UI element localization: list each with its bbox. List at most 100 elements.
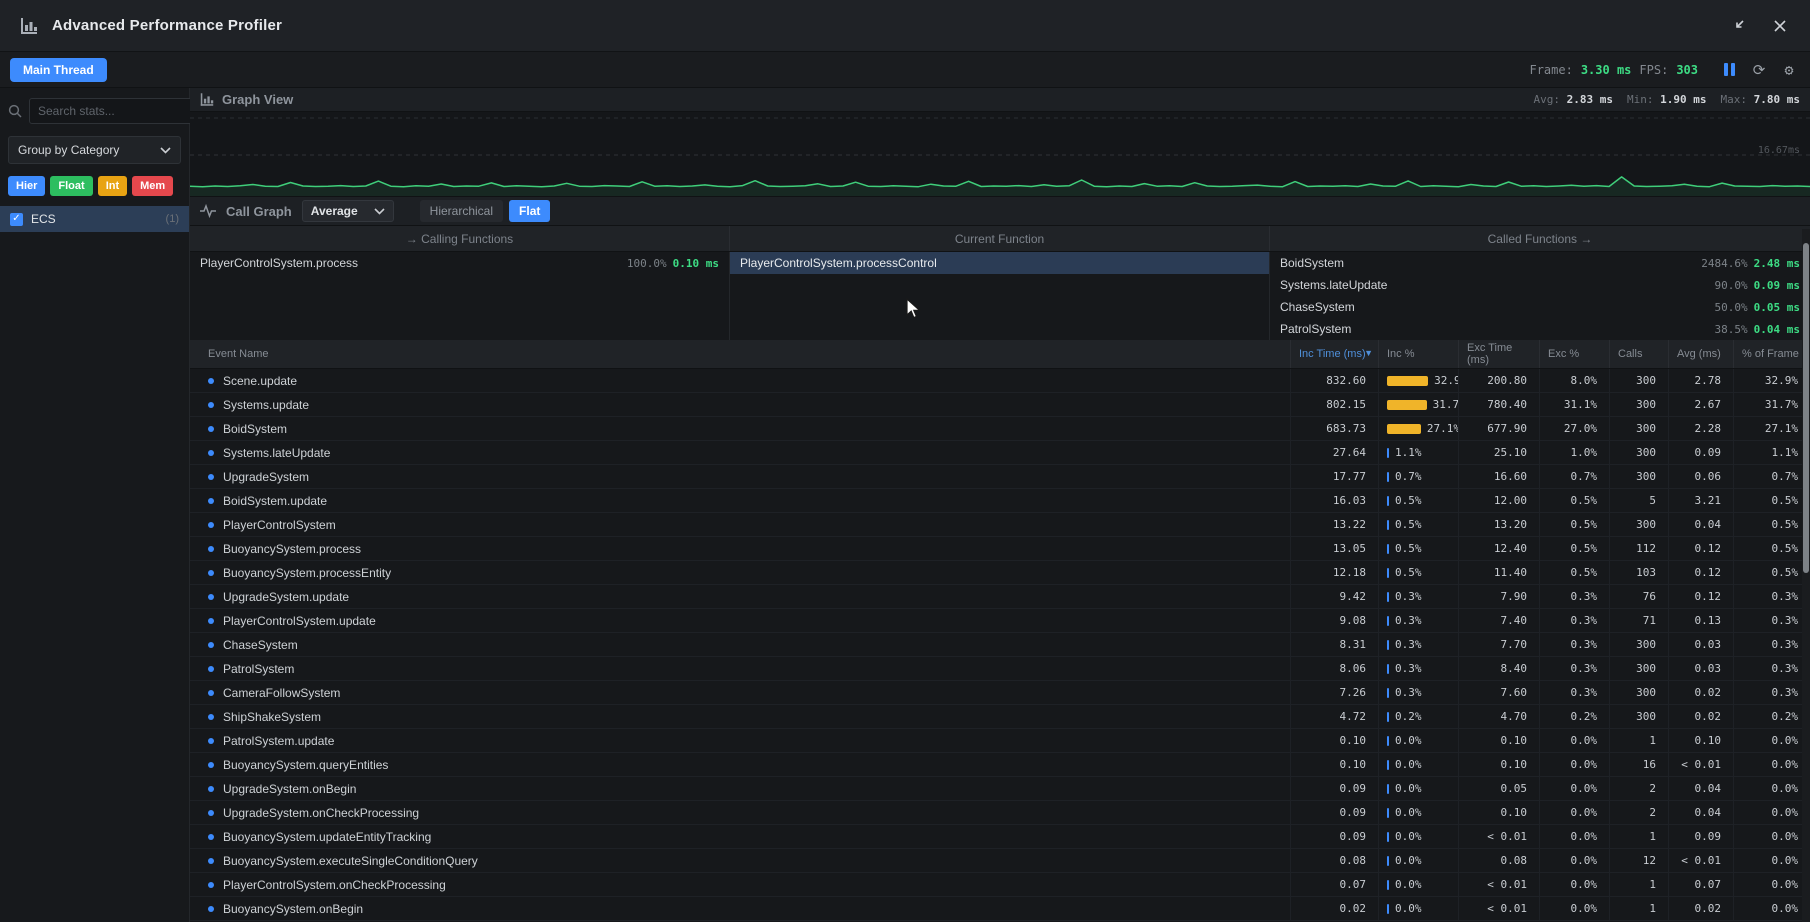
- exc-percent-cell: 0.0%: [1539, 801, 1609, 824]
- table-row[interactable]: PatrolSystem.update0.100.0%0.100.0%10.10…: [190, 729, 1810, 753]
- inc-percent-cell: 0.3%: [1378, 681, 1458, 704]
- avg-time-cell: 2.78: [1668, 369, 1733, 392]
- table-row[interactable]: BuoyancySystem.queryEntities0.100.0%0.10…: [190, 753, 1810, 777]
- table-row[interactable]: UpgradeSystem.onCheckProcessing0.090.0%0…: [190, 801, 1810, 825]
- inc-time-cell: 7.26: [1290, 681, 1378, 704]
- search-icon: [8, 104, 22, 118]
- inc-percent-cell: 0.2%: [1378, 705, 1458, 728]
- table-row[interactable]: BuoyancySystem.onBegin0.020.0%< 0.010.0%…: [190, 897, 1810, 921]
- collapse-icon[interactable]: [1728, 16, 1748, 36]
- frame-percent-cell: 0.3%: [1733, 681, 1810, 704]
- calls-cell: 1: [1609, 825, 1668, 848]
- table-row[interactable]: BuoyancySystem.process13.050.5%12.400.5%…: [190, 537, 1810, 561]
- vertical-scrollbar[interactable]: [1802, 229, 1810, 922]
- column-header-exc-time-ms-[interactable]: Exc Time (ms): [1458, 340, 1539, 368]
- calls-cell: 12: [1609, 849, 1668, 872]
- flat-button[interactable]: Flat: [509, 200, 550, 222]
- avg-time-cell: 2.28: [1668, 417, 1733, 440]
- event-name-cell: PatrolSystem.update: [190, 729, 1290, 752]
- inc-percent-bar: [1387, 784, 1389, 794]
- inc-time-cell: 9.42: [1290, 585, 1378, 608]
- frame-percent-cell: 0.0%: [1733, 873, 1810, 896]
- table-row[interactable]: Scene.update832.6032.9%200.808.0%3002.78…: [190, 369, 1810, 393]
- exc-percent-cell: 0.0%: [1539, 777, 1609, 800]
- percent-value: 90.0%: [1715, 279, 1748, 292]
- column-header-exc-[interactable]: Exc %: [1539, 340, 1609, 368]
- checkbox-icon[interactable]: ✓: [10, 213, 23, 226]
- filter-chip-mem[interactable]: Mem: [132, 176, 173, 196]
- table-row[interactable]: BoidSystem683.7327.1%677.9027.0%3002.282…: [190, 417, 1810, 441]
- inc-percent-cell: 0.5%: [1378, 561, 1458, 584]
- column-header-inc-[interactable]: Inc %: [1378, 340, 1458, 368]
- pause-icon[interactable]: [1718, 59, 1740, 81]
- inc-percent-bar: [1387, 376, 1428, 386]
- scrollbar-thumb[interactable]: [1803, 243, 1809, 573]
- frame-percent-cell: 0.3%: [1733, 657, 1810, 680]
- hierarchical-button[interactable]: Hierarchical: [420, 200, 503, 222]
- called-function-row[interactable]: Systems.lateUpdate90.0%0.09 ms: [1270, 274, 1810, 296]
- close-icon[interactable]: [1770, 16, 1790, 36]
- function-name: ChaseSystem: [1280, 300, 1355, 314]
- filter-chip-int[interactable]: Int: [98, 176, 127, 196]
- column-header-event-name[interactable]: Event Name: [190, 340, 1290, 368]
- exc-time-cell: < 0.01: [1458, 873, 1539, 896]
- table-row[interactable]: PlayerControlSystem13.220.5%13.200.5%300…: [190, 513, 1810, 537]
- avg-time-cell: 3.21: [1668, 489, 1733, 512]
- table-row[interactable]: BuoyancySystem.processEntity12.180.5%11.…: [190, 561, 1810, 585]
- table-row[interactable]: CameraFollowSystem7.260.3%7.600.3%3000.0…: [190, 681, 1810, 705]
- search-input[interactable]: [29, 98, 202, 124]
- function-values: 100.0%0.10 ms: [627, 257, 719, 270]
- current-function-row[interactable]: PlayerControlSystem.processControl: [730, 252, 1269, 274]
- exc-percent-cell: 27.0%: [1539, 417, 1609, 440]
- called-function-row[interactable]: PatrolSystem38.5%0.04 ms: [1270, 318, 1810, 340]
- filter-chip-hier[interactable]: Hier: [8, 176, 45, 196]
- column-header-inc-time-ms-[interactable]: Inc Time (ms)▼: [1290, 340, 1378, 368]
- table-row[interactable]: PlayerControlSystem.onCheckProcessing0.0…: [190, 873, 1810, 897]
- exc-time-cell: 7.90: [1458, 585, 1539, 608]
- category-dot-icon: [208, 810, 214, 816]
- gear-icon[interactable]: ⚙: [1778, 59, 1800, 81]
- calls-cell: 1: [1609, 729, 1668, 752]
- event-name-cell: PlayerControlSystem: [190, 513, 1290, 536]
- called-function-row[interactable]: ChaseSystem50.0%0.05 ms: [1270, 296, 1810, 318]
- inc-time-cell: 0.10: [1290, 729, 1378, 752]
- inc-percent-bar: [1387, 664, 1389, 674]
- call-graph-body: PlayerControlSystem.process100.0%0.10 ms…: [190, 252, 1810, 340]
- inc-percent-bar: [1387, 832, 1389, 842]
- column-header-calls[interactable]: Calls: [1609, 340, 1668, 368]
- frame-percent-cell: 0.5%: [1733, 537, 1810, 560]
- table-row[interactable]: BoidSystem.update16.030.5%12.000.5%53.21…: [190, 489, 1810, 513]
- avg-time-cell: 0.04: [1668, 513, 1733, 536]
- table-row[interactable]: UpgradeSystem.onBegin0.090.0%0.050.0%20.…: [190, 777, 1810, 801]
- table-row[interactable]: UpgradeSystem.update9.420.3%7.900.3%760.…: [190, 585, 1810, 609]
- calls-cell: 5: [1609, 489, 1668, 512]
- table-row[interactable]: ChaseSystem8.310.3%7.700.3%3000.030.3%: [190, 633, 1810, 657]
- frame-time-graph[interactable]: 16.67ms: [190, 112, 1810, 196]
- table-row[interactable]: Systems.update802.1531.7%780.4031.1%3002…: [190, 393, 1810, 417]
- table-row[interactable]: UpgradeSystem17.770.7%16.600.7%3000.060.…: [190, 465, 1810, 489]
- tab-main-thread[interactable]: Main Thread: [10, 58, 107, 82]
- graph-view-title: Graph View: [222, 92, 293, 107]
- table-row[interactable]: BuoyancySystem.executeSingleConditionQue…: [190, 849, 1810, 873]
- exc-percent-cell: 0.3%: [1539, 585, 1609, 608]
- table-row[interactable]: Systems.lateUpdate27.641.1%25.101.0%3000…: [190, 441, 1810, 465]
- max-value: 7.80 ms: [1754, 93, 1800, 106]
- group-by-select[interactable]: Group by Category: [8, 136, 181, 164]
- exc-time-cell: 0.10: [1458, 753, 1539, 776]
- column-header--of-frame[interactable]: % of Frame: [1733, 340, 1810, 368]
- calling-function-row[interactable]: PlayerControlSystem.process100.0%0.10 ms: [190, 252, 729, 274]
- table-row[interactable]: BuoyancySystem.updateEntityTracking0.090…: [190, 825, 1810, 849]
- call-graph-mode-select[interactable]: Average: [302, 200, 394, 222]
- calls-cell: 300: [1609, 513, 1668, 536]
- refresh-icon[interactable]: ⟳: [1748, 59, 1770, 81]
- inc-time-cell: 8.06: [1290, 657, 1378, 680]
- called-function-row[interactable]: BoidSystem2484.6%2.48 ms: [1270, 252, 1810, 274]
- table-row[interactable]: ShipShakeSystem4.720.2%4.700.2%3000.020.…: [190, 705, 1810, 729]
- table-row[interactable]: PlayerControlSystem.update9.080.3%7.400.…: [190, 609, 1810, 633]
- table-row[interactable]: PatrolSystem8.060.3%8.400.3%3000.030.3%: [190, 657, 1810, 681]
- column-header-avg-ms-[interactable]: Avg (ms): [1668, 340, 1733, 368]
- sidebar-item-ecs[interactable]: ✓ECS(1): [0, 206, 189, 232]
- exc-percent-cell: 8.0%: [1539, 369, 1609, 392]
- filter-chip-float[interactable]: Float: [50, 176, 92, 196]
- inc-percent-bar: [1387, 688, 1389, 698]
